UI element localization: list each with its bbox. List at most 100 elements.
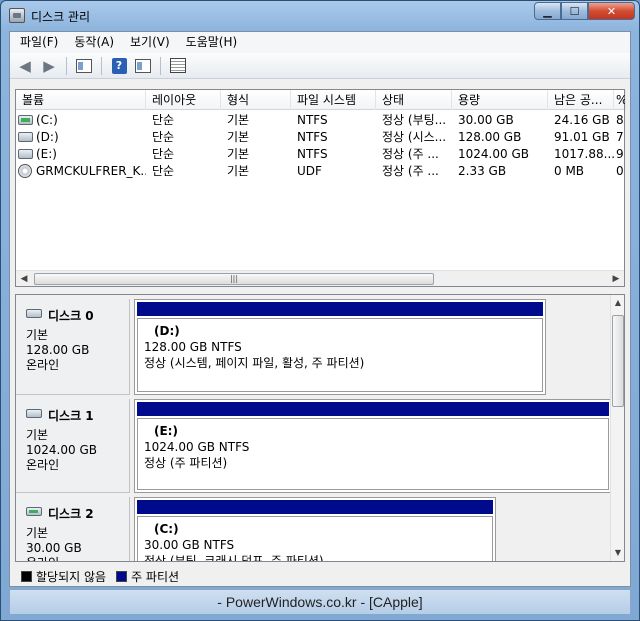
disk-drive-icon (18, 149, 33, 159)
status-text: - PowerWindows.co.kr - [CApple] (217, 594, 423, 610)
status-bar: - PowerWindows.co.kr - [CApple] (9, 589, 631, 615)
free-space-cell: 0 MB (554, 164, 585, 178)
primary-partition-bar (137, 302, 543, 316)
partition-label: (D:) (154, 324, 180, 338)
console-tree-icon (76, 58, 92, 73)
capacity-cell: 30.00 GB (458, 113, 514, 127)
vertical-scroll-thumb[interactable] (612, 315, 624, 407)
volume-cell: (E:) (16, 146, 146, 163)
horizontal-scroll-thumb[interactable]: ||| (34, 273, 434, 285)
partition-info: 1024.00 GB NTFS (144, 440, 250, 454)
close-button[interactable]: ✕ (588, 2, 635, 20)
disk-drive-icon (26, 409, 42, 418)
disk-row: 디스크 0 기본 128.00 GB 온라인 (D:) 128.00 GB NT… (16, 299, 612, 395)
percent-free-cell: 9 (616, 147, 624, 161)
column-header-type[interactable]: 형식 (221, 90, 291, 110)
partition-status: 정상 (부팅, 크래시 덤프, 주 파티션) (144, 554, 324, 562)
free-space-cell: 91.01 GB (554, 130, 610, 144)
toolbar: ◀ ▶ ? (10, 53, 630, 79)
partition-details: (E:) 1024.00 GB NTFS 정상 (주 파티션) (137, 418, 609, 490)
minimize-button[interactable]: ▁ (534, 2, 561, 20)
volume-name: (C:) (36, 113, 58, 127)
action-pane-icon (135, 58, 151, 73)
type-cell: 기본 (227, 164, 250, 178)
cd-rom-icon (18, 164, 32, 178)
volume-row[interactable]: GRMCKULFRER_K... 단순 기본 UDF 정상 (주 ... 2.3… (16, 163, 624, 180)
scroll-up-icon[interactable]: ▲ (611, 297, 624, 309)
show-hide-console-tree-button[interactable] (73, 55, 95, 77)
status-cell: 정상 (주 ... (382, 164, 439, 178)
volume-cell: (D:) (16, 129, 146, 146)
column-header-volume[interactable]: 볼륨 (16, 90, 146, 110)
primary-partition-bar (137, 500, 493, 514)
title-bar[interactable]: 디스크 관리 ▁ ☐ ✕ (1, 1, 639, 31)
percent-free-cell: 8 (616, 113, 624, 127)
disk-drive-icon (18, 132, 33, 142)
disk-row: 디스크 1 기본 1024.00 GB 온라인 (E:) 1024.00 GB … (16, 399, 612, 493)
partition-block[interactable]: (C:) 30.00 GB NTFS 정상 (부팅, 크래시 덤프, 주 파티션… (134, 497, 496, 562)
disk-size: 1024.00 GB (26, 443, 97, 457)
window-title: 디스크 관리 (31, 10, 91, 24)
column-header-status[interactable]: 상태 (376, 90, 452, 110)
status-cell: 정상 (시스... (382, 130, 447, 144)
volume-row[interactable]: (C:) 단순 기본 NTFS 정상 (부팅... 30.00 GB 24.16… (16, 112, 624, 129)
maximize-button[interactable]: ☐ (561, 2, 588, 20)
partition-status: 정상 (시스템, 페이지 파일, 활성, 주 파티션) (144, 356, 365, 370)
column-header-capacity[interactable]: 용량 (452, 90, 548, 110)
volume-row[interactable]: (E:) 단순 기본 NTFS 정상 (주 ... 1024.00 GB 101… (16, 146, 624, 163)
disk-info-panel[interactable]: 디스크 0 기본 128.00 GB 온라인 (16, 299, 130, 395)
partition-label: (E:) (154, 424, 178, 438)
status-cell: 정상 (주 ... (382, 147, 439, 161)
column-header-layout[interactable]: 레이아웃 (146, 90, 221, 110)
column-header-filesystem[interactable]: 파일 시스템 (291, 90, 376, 110)
filesystem-cell: UDF (297, 164, 322, 178)
horizontal-scrollbar[interactable]: ◀ ||| ▶ (16, 270, 624, 286)
volume-list-header: 볼륨 레이아웃 형식 파일 시스템 상태 용량 남은 공... % (16, 90, 626, 110)
menu-help[interactable]: 도움말(H) (178, 32, 246, 53)
partition-info: 128.00 GB NTFS (144, 340, 242, 354)
percent-free-cell: 7 (616, 130, 624, 144)
status-cell: 정상 (부팅... (382, 113, 447, 127)
menu-bar: 파일(F) 동작(A) 보기(V) 도움말(H) (10, 32, 630, 53)
help-button[interactable]: ? (108, 55, 130, 77)
type-cell: 기본 (227, 147, 250, 161)
scroll-left-icon[interactable]: ◀ (17, 273, 31, 285)
menu-file[interactable]: 파일(F) (12, 32, 66, 53)
disk-drive-icon (18, 115, 33, 125)
disk-graphical-view: 디스크 0 기본 128.00 GB 온라인 (D:) 128.00 GB NT… (15, 294, 625, 562)
disk-info-panel[interactable]: 디스크 1 기본 1024.00 GB 온라인 (16, 399, 130, 493)
toolbar-separator (66, 56, 67, 75)
disk-info-panel[interactable]: 디스크 2 기본 30.00 GB 온라인 (16, 497, 130, 561)
properties-button[interactable] (167, 55, 189, 77)
scroll-down-icon[interactable]: ▼ (611, 547, 624, 559)
partition-status: 정상 (주 파티션) (144, 456, 228, 470)
disk-management-window: 디스크 관리 ▁ ☐ ✕ 파일(F) 동작(A) 보기(V) 도움말(H) ◀ … (0, 0, 640, 621)
forward-arrow-icon: ▶ (43, 56, 55, 75)
forward-button[interactable]: ▶ (38, 55, 60, 77)
type-cell: 기본 (227, 113, 250, 127)
disk-name-label: 디스크 0 (48, 309, 94, 323)
partition-block[interactable]: (E:) 1024.00 GB NTFS 정상 (주 파티션) (134, 399, 612, 493)
filesystem-cell: NTFS (297, 147, 328, 161)
capacity-cell: 128.00 GB (458, 130, 522, 144)
free-space-cell: 24.16 GB (554, 113, 610, 127)
back-button[interactable]: ◀ (14, 55, 36, 77)
type-cell: 기본 (227, 130, 250, 144)
scroll-right-icon[interactable]: ▶ (609, 273, 623, 285)
legend-unallocated: 할당되지 않음 (36, 569, 107, 584)
column-header-free-space[interactable]: 남은 공... (548, 90, 614, 110)
menu-view[interactable]: 보기(V) (122, 32, 178, 53)
unallocated-swatch (21, 570, 32, 582)
disk-state: 온라인 (26, 358, 60, 372)
vertical-scrollbar[interactable]: ▲ ▼ (610, 295, 624, 561)
partition-block[interactable]: (D:) 128.00 GB NTFS 정상 (시스템, 페이지 파일, 활성,… (134, 299, 546, 395)
toolbar-separator (160, 56, 161, 75)
client-area: 파일(F) 동작(A) 보기(V) 도움말(H) ◀ ▶ ? 볼륨 레이아웃 형… (9, 31, 631, 587)
volume-row[interactable]: (D:) 단순 기본 NTFS 정상 (시스... 128.00 GB 91.0… (16, 129, 624, 146)
primary-partition-swatch (116, 570, 128, 582)
column-header-percent-free[interactable]: % (614, 90, 626, 110)
layout-cell: 단순 (152, 130, 175, 144)
menu-action[interactable]: 동작(A) (66, 32, 122, 53)
show-hide-action-pane-button[interactable] (132, 55, 154, 77)
disk-kind: 기본 (26, 328, 49, 342)
